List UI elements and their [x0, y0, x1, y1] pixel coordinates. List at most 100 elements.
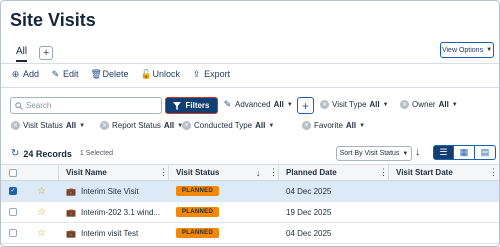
status-badge: PLANNED [176, 207, 220, 217]
visit-status-cell: PLANNED [176, 181, 220, 201]
tile-view-icon[interactable]: ▦ [454, 145, 475, 160]
filter-chip-label: Report Status [112, 121, 161, 130]
filter-chip-label: Conducted Type [194, 121, 253, 130]
select-all-checkbox[interactable] [9, 168, 17, 177]
advanced-filter-dropdown[interactable]: ✎ Advanced All ▼ [223, 99, 293, 110]
site-visits-panel: Site Visits All + View Options ▼ ⊕ Add ✎… [0, 0, 500, 247]
sort-desc-arrow-icon[interactable]: ↓ [256, 165, 261, 180]
view-options-dropdown[interactable]: View Options ▼ [440, 42, 494, 58]
filter-chip-visit-status[interactable]: ✕ Visit Status All ▼ [11, 121, 85, 130]
column-menu-icon[interactable]: ⋮ [159, 165, 168, 180]
search-input[interactable]: Search [10, 97, 162, 114]
filter-chip-favorite[interactable]: ✕ Favorite All ▼ [302, 121, 365, 130]
filter-chip-value: All [65, 121, 77, 130]
chevron-down-icon: ▼ [486, 47, 493, 53]
row-select-cell: ✓ [9, 181, 17, 201]
visit-status-cell: PLANNED [176, 202, 220, 222]
visit-name: Interim Site Visit [80, 186, 139, 196]
filter-chip-value: All [345, 121, 357, 130]
close-icon[interactable]: ✕ [182, 121, 191, 130]
column-menu-icon[interactable]: ⋮ [379, 165, 388, 180]
row-select-cell [9, 202, 17, 222]
add-button[interactable]: ⊕ Add [11, 69, 39, 79]
star-icon[interactable]: ☆ [37, 228, 46, 239]
column-header-visit-name[interactable]: Visit Name [66, 165, 107, 180]
filter-chip-label: Visit Status [23, 121, 63, 130]
unlock-label: Unlock [152, 69, 181, 79]
refresh-icon[interactable]: ↻ [11, 148, 19, 159]
view-tabs: All + [16, 44, 54, 62]
table-row[interactable]: ☆ 💼 Interim-202 3.1 wind... PLANNED 19 D… [1, 202, 499, 223]
briefcase-icon: 💼 [66, 186, 76, 196]
sort-by-dropdown[interactable]: Sort By Visit Status ▼ [336, 146, 412, 161]
close-icon[interactable]: ✕ [400, 100, 409, 109]
chevron-down-icon: ▼ [286, 101, 293, 108]
search-icon [15, 101, 23, 110]
table-row[interactable]: ☆ 💼 Interim visit Test PLANNED 04 Dec 20… [1, 223, 499, 244]
unlock-icon: 🔓 [140, 68, 152, 79]
export-icon: ⇪ [192, 68, 201, 79]
column-separator [388, 165, 389, 180]
row-checkbox[interactable] [9, 229, 17, 237]
sort-direction-arrow-icon[interactable]: ↓ [415, 146, 421, 158]
advanced-label: Advanced [235, 100, 271, 109]
delete-button[interactable]: 🗑 Delete [91, 69, 129, 79]
funnel-icon [173, 101, 182, 110]
filter-chip-value: All [438, 100, 449, 109]
planned-date-cell: 19 Dec 2025 [286, 207, 332, 217]
close-icon[interactable]: ✕ [100, 121, 109, 130]
records-summary: ↻ 24 Records 1 Selected [11, 148, 113, 159]
export-button[interactable]: ⇪ Export [192, 69, 230, 79]
visit-name-cell[interactable]: 💼 Interim visit Test [66, 223, 138, 243]
search-placeholder: Search [26, 101, 52, 110]
visit-name: Interim-202 3.1 wind... [80, 207, 161, 217]
export-label: Export [204, 69, 231, 79]
star-icon[interactable]: ☆ [37, 207, 46, 218]
row-checkbox[interactable]: ✓ [9, 187, 17, 195]
visit-name-cell[interactable]: 💼 Interim Site Visit [66, 181, 139, 201]
calendar-view-icon[interactable]: ▤ [475, 145, 496, 160]
filters-label: Filters [185, 101, 210, 110]
filter-chip-visit-type[interactable]: ✕ Visit Type All ▼ [320, 100, 389, 109]
column-header-visit-status[interactable]: Visit Status [176, 165, 219, 180]
column-menu-icon[interactable]: ⋮ [489, 165, 498, 180]
edit-label: Edit [63, 69, 79, 79]
filter-chip-value: All [163, 121, 175, 130]
advanced-value: All [273, 100, 284, 109]
filter-chip-conducted-type[interactable]: ✕ Conducted Type All ▼ [182, 121, 274, 130]
table-row[interactable]: ✓ ☆ 💼 Interim Site Visit PLANNED 04 Dec … [1, 181, 499, 202]
page-title: Site Visits [10, 10, 96, 30]
column-header-planned-date[interactable]: Planned Date [286, 165, 337, 180]
chevron-down-icon: ▼ [359, 122, 366, 129]
add-tab-button[interactable]: + [39, 46, 54, 60]
chevron-down-icon: ▼ [402, 150, 409, 157]
filters-button[interactable]: Filters [165, 97, 218, 114]
record-count: 24 Records [23, 148, 72, 159]
unlock-button[interactable]: 🔓 Unlock [141, 69, 181, 79]
action-toolbar: ⊕ Add ✎ Edit 🗑 Delete 🔓 Unlock ⇪ Export [11, 69, 230, 79]
favorite-cell: ☆ [37, 223, 46, 243]
add-filter-button[interactable]: + [297, 97, 314, 114]
column-separator [168, 165, 169, 180]
column-header-visit-start-date[interactable]: Visit Start Date [396, 165, 453, 180]
filter-chip-label: Visit Type [332, 100, 367, 109]
tab-all[interactable]: All [16, 46, 28, 62]
edit-button[interactable]: ✎ Edit [51, 69, 79, 79]
chevron-down-icon: ▼ [451, 101, 458, 108]
pencil-icon: ✎ [51, 68, 60, 79]
list-view-icon[interactable]: ☰ [433, 145, 454, 160]
close-icon[interactable]: ✕ [11, 121, 20, 130]
row-checkbox[interactable] [9, 208, 17, 216]
filter-chip-value: All [255, 121, 266, 130]
filter-chip-owner[interactable]: ✕ Owner All ▼ [400, 100, 458, 109]
status-badge: PLANNED [176, 186, 220, 196]
visit-status-cell: PLANNED [176, 223, 220, 243]
column-separator [58, 165, 59, 180]
filter-chip-report-status[interactable]: ✕ Report Status All ▼ [100, 121, 183, 130]
column-menu-icon[interactable]: ⋮ [269, 165, 278, 180]
close-icon[interactable]: ✕ [302, 121, 311, 130]
close-icon[interactable]: ✕ [320, 100, 329, 109]
star-icon[interactable]: ☆ [37, 186, 46, 197]
pencil-icon: ✎ [223, 99, 232, 109]
visit-name-cell[interactable]: 💼 Interim-202 3.1 wind... [66, 202, 160, 222]
